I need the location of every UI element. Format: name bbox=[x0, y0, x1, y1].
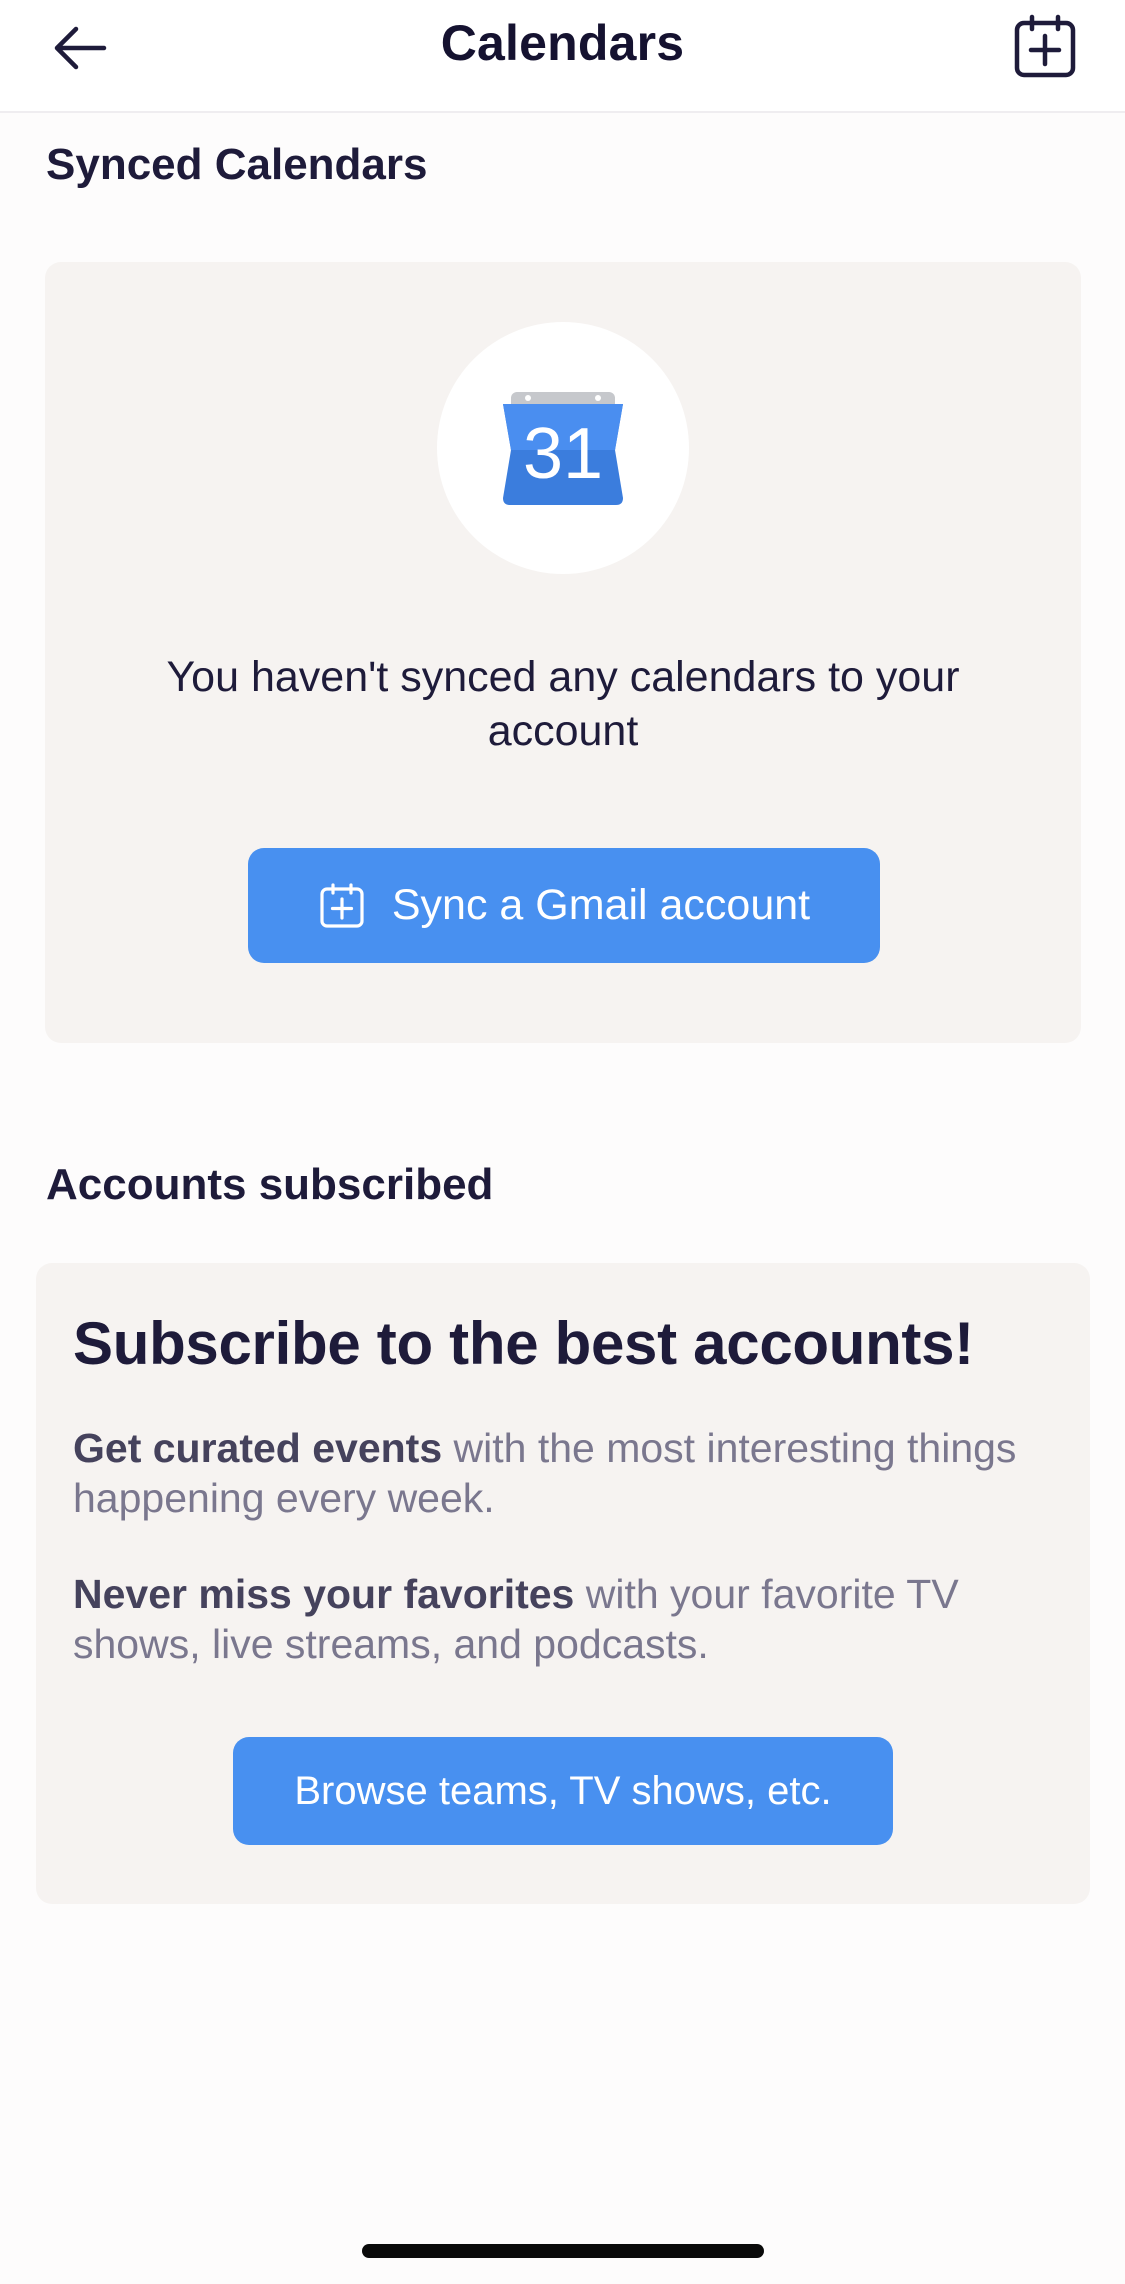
calendar-plus-icon bbox=[1013, 14, 1077, 83]
calendars-screen: Calendars Synced Calendars 31 You haven'… bbox=[0, 0, 1125, 2284]
subscribe-headline: Subscribe to the best accounts! bbox=[73, 1310, 974, 1377]
google-calendar-icon: 31 bbox=[503, 392, 623, 505]
accounts-subscribed-heading: Accounts subscribed bbox=[46, 1160, 494, 1209]
browse-accounts-button[interactable]: Browse teams, TV shows, etc. bbox=[233, 1737, 893, 1845]
top-nav-bar: Calendars bbox=[0, 0, 1125, 113]
promo-bold-favorites: Never miss your favorites bbox=[73, 1571, 575, 1617]
sync-gmail-button[interactable]: Sync a Gmail account bbox=[248, 848, 880, 963]
calendar-plus-icon bbox=[318, 882, 366, 930]
promo-paragraph-curated: Get curated events with the most interes… bbox=[73, 1423, 1040, 1523]
synced-calendars-heading: Synced Calendars bbox=[46, 140, 428, 189]
empty-state-message: You haven't synced any calendars to your… bbox=[166, 653, 960, 755]
home-indicator[interactable] bbox=[362, 2244, 764, 2258]
svg-text:31: 31 bbox=[523, 414, 603, 494]
subscribe-promo-card: Subscribe to the best accounts! Get cura… bbox=[36, 1263, 1090, 1904]
google-calendar-logo: 31 bbox=[437, 322, 689, 574]
promo-paragraph-favorites: Never miss your favorites with your favo… bbox=[73, 1569, 1040, 1669]
add-calendar-button[interactable] bbox=[1005, 8, 1085, 88]
browse-button-label: Browse teams, TV shows, etc. bbox=[294, 1768, 832, 1813]
synced-calendars-card: 31 You haven't synced any calendars to y… bbox=[45, 262, 1081, 1043]
sync-button-label: Sync a Gmail account bbox=[391, 881, 811, 929]
page-title: Calendars bbox=[440, 15, 685, 71]
promo-bold-curated: Get curated events bbox=[73, 1425, 443, 1471]
